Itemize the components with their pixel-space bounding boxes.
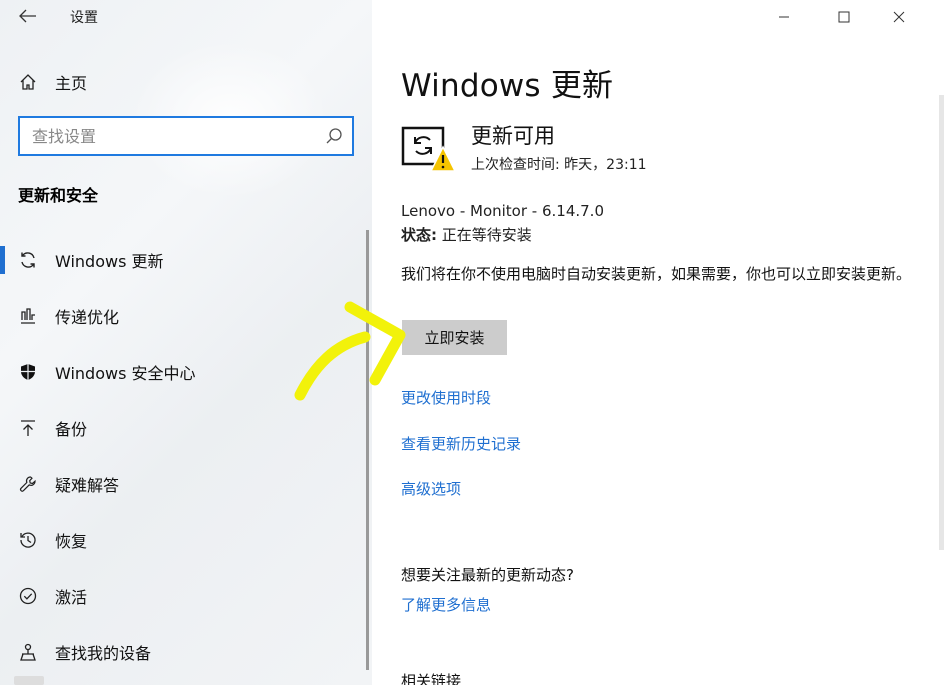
sidebar-item-recovery[interactable]: 恢复: [0, 512, 372, 568]
find-device-icon: [18, 642, 38, 662]
status-value: 正在等待安装: [441, 226, 532, 244]
sidebar-item-label: 备份: [55, 420, 88, 439]
backup-arrow-icon: [18, 418, 38, 438]
search-icon[interactable]: [324, 126, 344, 146]
update-package-status: 状态: 正在等待安装: [401, 224, 532, 245]
shield-icon: [18, 362, 38, 382]
follow-updates-question: 想要关注最新的更新动态?: [401, 566, 574, 584]
page-title: Windows 更新: [401, 68, 614, 104]
sidebar-item-label: 查找我的设备: [55, 644, 152, 663]
main-content: Windows 更新 更新可用 上次检查时间: 昨天，23:11 Lenovo …: [372, 0, 944, 685]
home-label: 主页: [55, 74, 88, 93]
back-button[interactable]: [14, 4, 42, 28]
maximize-button[interactable]: [824, 4, 864, 30]
sync-icon: [18, 250, 38, 270]
maximize-icon: [838, 11, 850, 23]
wrench-icon: [18, 474, 38, 494]
sidebar-item-label: Windows 安全中心: [55, 364, 196, 383]
close-button[interactable]: [879, 4, 919, 30]
delivery-optimization-icon: [18, 306, 38, 326]
minimize-icon: [779, 16, 789, 18]
sidebar-item-label: 恢复: [55, 532, 88, 551]
sidebar-item-find-my-device[interactable]: 查找我的设备: [0, 624, 372, 680]
sidebar-item-partial: [14, 676, 44, 685]
sidebar-item-label: 疑难解答: [55, 476, 120, 495]
update-package-name: Lenovo - Monitor - 6.14.7.0: [401, 202, 604, 220]
title-bar: 设置: [0, 0, 372, 34]
sidebar-item-activation[interactable]: 激活: [0, 568, 372, 624]
sidebar-item-label: 激活: [55, 588, 88, 607]
check-circle-icon: [18, 586, 38, 606]
view-update-history-link[interactable]: 查看更新历史记录: [401, 433, 521, 454]
annotation-arrow-icon: [294, 301, 406, 401]
search-box[interactable]: [18, 116, 354, 156]
sidebar-item-label: Windows 更新: [55, 252, 164, 271]
sidebar-item-home[interactable]: 主页: [0, 64, 372, 100]
search-input[interactable]: [20, 118, 320, 154]
minimize-button[interactable]: [764, 4, 804, 30]
learn-more-link[interactable]: 了解更多信息: [401, 594, 491, 615]
last-check-time: 上次检查时间: 昨天，23:11: [471, 157, 647, 173]
sidebar-item-label: 传递优化: [55, 308, 120, 327]
update-description: 我们将在你不使用电脑时自动安装更新，如果需要，你也可以立即安装更新。: [401, 265, 912, 283]
status-label: 状态:: [401, 226, 437, 244]
close-icon: [893, 11, 905, 23]
advanced-options-link[interactable]: 高级选项: [401, 478, 461, 499]
sidebar-item-troubleshoot[interactable]: 疑难解答: [0, 456, 372, 512]
sidebar-item-backup[interactable]: 备份: [0, 400, 372, 456]
app-title: 设置: [70, 10, 98, 26]
related-links-heading: 相关链接: [401, 672, 462, 685]
home-icon: [18, 72, 38, 92]
window-controls: [764, 0, 944, 34]
content-scrollbar[interactable]: [939, 95, 944, 550]
section-title: 更新和安全: [18, 186, 99, 205]
recovery-icon: [18, 530, 38, 550]
sidebar-item-windows-update[interactable]: Windows 更新: [0, 232, 372, 288]
update-status-title: 更新可用: [471, 124, 555, 148]
back-arrow-icon: [19, 9, 36, 23]
update-available-icon: [401, 126, 457, 172]
